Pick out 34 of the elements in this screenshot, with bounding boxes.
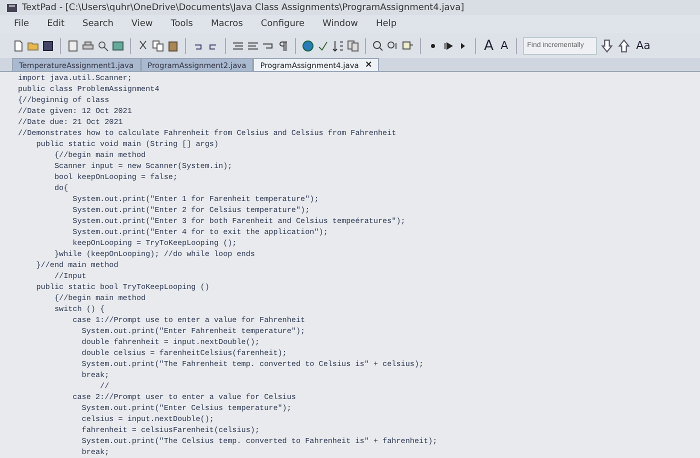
up-arrow-icon[interactable] bbox=[617, 38, 632, 52]
scissors-icon[interactable] bbox=[137, 40, 149, 52]
screen-icon[interactable] bbox=[112, 40, 124, 52]
printer-icon[interactable] bbox=[82, 40, 94, 52]
find-icon[interactable] bbox=[372, 40, 384, 52]
menu-item[interactable]: Help bbox=[376, 19, 397, 29]
compare-icon[interactable] bbox=[347, 40, 359, 52]
code-editor[interactable] bbox=[0, 72, 700, 458]
down-arrow-icon[interactable] bbox=[600, 38, 614, 52]
copy-icon[interactable] bbox=[152, 40, 164, 52]
larger-font-button[interactable]: A bbox=[482, 38, 496, 54]
spell-check-icon[interactable] bbox=[317, 40, 329, 52]
menu-item[interactable]: Tools bbox=[170, 19, 193, 29]
smaller-font-button[interactable]: A bbox=[498, 39, 510, 52]
play-icon[interactable] bbox=[442, 40, 454, 52]
match-case-button[interactable]: Aa bbox=[634, 39, 652, 52]
globe-icon[interactable] bbox=[302, 40, 314, 52]
page-icon[interactable] bbox=[67, 40, 79, 52]
sort-icon[interactable] bbox=[332, 40, 344, 52]
menu-item[interactable]: Edit bbox=[47, 19, 64, 29]
menu-item[interactable]: View bbox=[131, 19, 153, 29]
window-title: TextPad - [C:\Users\quhr\OneDrive\Documents\Java Class Assignments\ProgramAssignment4.java] bbox=[22, 2, 464, 12]
menu-item[interactable]: Configure bbox=[260, 19, 305, 29]
menu-item[interactable]: Window bbox=[322, 19, 358, 29]
close-icon[interactable]: × bbox=[364, 60, 372, 70]
menu-item[interactable]: File bbox=[14, 19, 30, 29]
magnifier-icon[interactable] bbox=[97, 40, 109, 52]
app-icon bbox=[6, 2, 18, 14]
indent-icon[interactable] bbox=[232, 40, 244, 52]
menu-item[interactable]: Search bbox=[82, 19, 114, 29]
menu-item[interactable]: Macros bbox=[210, 19, 243, 29]
document-icon[interactable] bbox=[12, 40, 24, 52]
pilcrow-icon[interactable] bbox=[277, 40, 289, 52]
outdent-icon[interactable] bbox=[247, 40, 259, 52]
